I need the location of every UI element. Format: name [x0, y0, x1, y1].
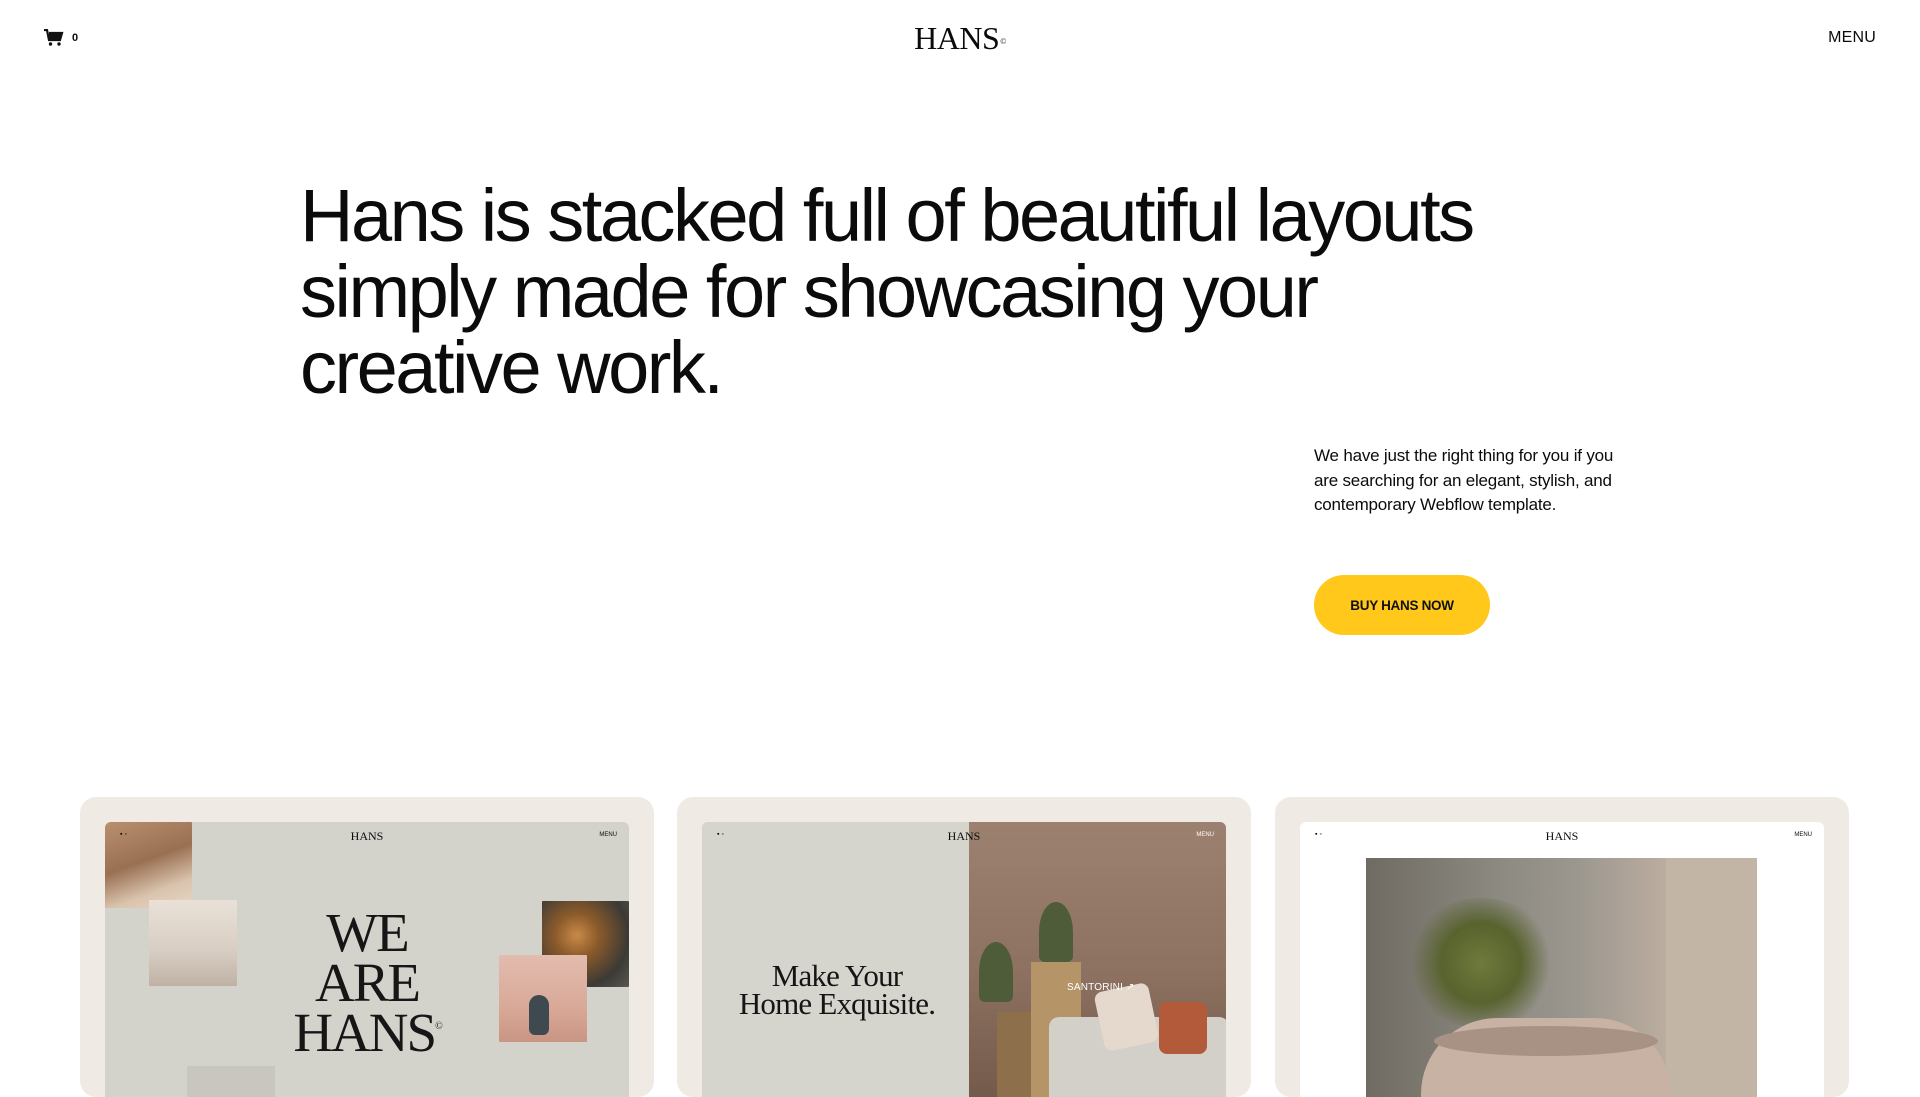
preview-screenshot: ▪ ◦ HANS MENU	[1300, 822, 1824, 1097]
headline-line: ARE	[315, 952, 421, 1013]
headline-line: HANS©	[105, 1005, 629, 1060]
bathroom-photo	[1366, 858, 1757, 1097]
hero-title: Hans is stacked full of beautiful layout…	[300, 174, 1475, 409]
bathtub-inner-shape	[1434, 1026, 1658, 1056]
santorini-tag: SANTORINI ↗	[1067, 982, 1135, 993]
plant-shape	[979, 942, 1013, 1002]
mini-logo: HANS	[947, 829, 981, 843]
template-preview-card[interactable]: ▪ ◦ HANS MENU	[1275, 797, 1849, 1097]
headline-copyright-mark: ©	[435, 1021, 442, 1032]
hero-description: We have just the right thing for you if …	[1314, 446, 1614, 514]
headline-line: Home Exquisite.	[738, 986, 936, 1021]
logo-text: HANS	[914, 20, 1000, 56]
logo-copyright-mark: ©	[1000, 37, 1006, 46]
plant-shape	[1039, 902, 1073, 962]
template-preview-card[interactable]: SANTORINI ↗ ▪ ◦ HANS MENU Make Your Home…	[677, 797, 1251, 1097]
palm-plant-shape	[1406, 898, 1556, 1028]
mini-menu: MENU	[599, 832, 617, 838]
mini-menu: MENU	[1196, 832, 1214, 838]
make-your-home-headline: Make Your Home Exquisite.	[732, 960, 942, 1021]
preview-screenshot: ▪ ◦ HANS MENU WE ARE HANS©	[105, 822, 629, 1097]
mini-logo: HANS	[350, 829, 384, 843]
pillow-shape	[1159, 1002, 1207, 1054]
headline-word: HANS	[293, 1002, 437, 1063]
living-room-photo: SANTORINI ↗	[969, 822, 1226, 1097]
interior-photo	[187, 1066, 275, 1097]
wall-shape	[1666, 858, 1757, 1097]
headline-line: WE	[326, 902, 410, 963]
mini-menu: MENU	[1794, 832, 1812, 838]
site-header: 0 HANS© MENU	[0, 0, 1920, 78]
template-preview-card[interactable]: ▪ ◦ HANS MENU WE ARE HANS©	[80, 797, 654, 1097]
menu-button[interactable]: MENU	[1828, 29, 1876, 47]
preview-screenshot: SANTORINI ↗ ▪ ◦ HANS MENU Make Your Home…	[702, 822, 1226, 1097]
site-logo[interactable]: HANS©	[0, 18, 1920, 58]
we-are-hans-headline: WE ARE HANS©	[105, 902, 629, 1060]
mini-logo: HANS	[1545, 829, 1579, 843]
buy-hans-now-button[interactable]: BUY HANS NOW	[1314, 575, 1490, 635]
